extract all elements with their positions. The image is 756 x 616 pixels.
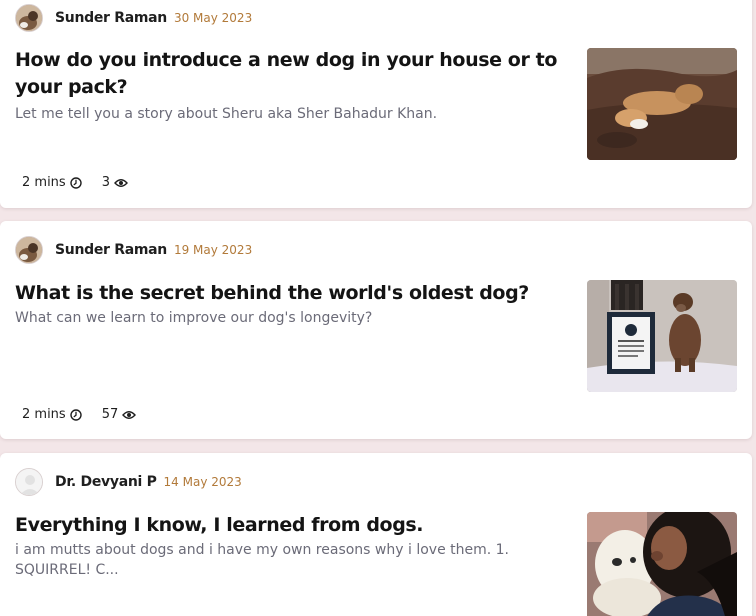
view-count-label: 3 [101,175,110,190]
post-feed: Sunder Raman 30 May 2023 How do you intr… [0,0,756,616]
read-time-label: 2 mins [22,407,66,422]
author-avatar[interactable] [15,4,43,32]
post-excerpt: What can we learn to improve our dog's l… [15,310,373,326]
view-count: 57 [102,407,137,422]
author-avatar[interactable] [15,236,43,264]
post-card[interactable]: Sunder Raman 19 May 2023 What is the sec… [0,221,752,439]
default-user-icon [16,469,42,495]
clock-icon [70,408,82,421]
post-excerpt: i am mutts about dogs and i have my own … [15,542,509,578]
author-row: Sunder Raman 30 May 2023 [15,4,252,32]
author-name[interactable]: Sunder Raman [55,242,167,258]
post-card[interactable]: Dr. Devyani P 14 May 2023 Everything I k… [0,453,752,616]
post-title[interactable]: What is the secret behind the world's ol… [15,280,575,307]
post-card[interactable]: Sunder Raman 30 May 2023 How do you intr… [0,0,752,208]
dog-on-couch-image[interactable] [587,48,737,160]
eye-icon [114,178,128,187]
view-count: 3 [102,175,128,190]
post-date: 30 May 2023 [173,11,253,25]
view-count-label: 57 [101,407,119,422]
dog-with-certificate-image[interactable] [587,280,737,392]
clock-icon [70,176,82,189]
author-avatar[interactable] [15,468,43,496]
author-row: Sunder Raman 19 May 2023 [15,236,252,264]
author-row: Dr. Devyani P 14 May 2023 [15,468,242,496]
post-meta: 2 mins 57 [22,407,137,422]
post-date: 14 May 2023 [163,475,242,489]
post-date: 19 May 2023 [173,243,253,257]
woman-kissing-puppy-image[interactable] [587,512,737,616]
post-meta: 2 mins 3 [22,175,128,190]
read-time: 2 mins [22,407,82,422]
post-excerpt: Let me tell you a story about Sheru aka … [15,106,438,122]
post-title[interactable]: How do you introduce a new dog in your h… [15,47,575,101]
author-name[interactable]: Sunder Raman [55,10,167,26]
read-time-label: 2 mins [22,175,66,190]
eye-icon [122,410,137,419]
author-name[interactable]: Dr. Devyani P [55,474,157,490]
post-title[interactable]: Everything I know, I learned from dogs. [15,512,575,539]
read-time: 2 mins [22,175,82,190]
